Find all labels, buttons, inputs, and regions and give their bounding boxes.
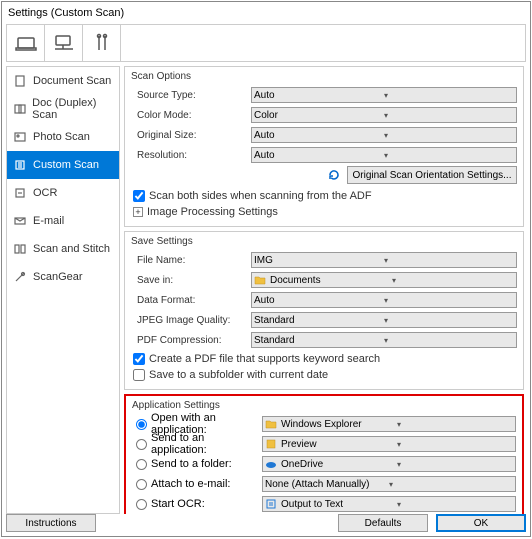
sidebar-item-label: Scan and Stitch xyxy=(33,243,110,255)
preview-icon xyxy=(265,438,277,450)
onedrive-icon xyxy=(265,458,277,470)
start-ocr-select[interactable]: Output to Text▾ xyxy=(262,496,516,512)
sidebar-item-document-scan[interactable]: Document Scan xyxy=(7,67,119,95)
chevron-down-icon: ▾ xyxy=(397,500,513,509)
save-settings-group: Save Settings File Name: IMG▾ Save in: D… xyxy=(124,231,524,390)
photo-icon xyxy=(13,130,27,144)
window-title: Settings (Custom Scan) xyxy=(2,2,530,24)
chevron-down-icon: ▾ xyxy=(397,460,513,469)
jpeg-quality-select[interactable]: Standard▾ xyxy=(251,312,517,328)
sidebar-item-label: Document Scan xyxy=(33,75,111,87)
send-folder-radio[interactable]: Send to a folder: xyxy=(132,458,262,470)
duplex-icon xyxy=(13,102,26,116)
text-icon xyxy=(265,498,277,510)
original-size-label: Original Size: xyxy=(131,130,251,141)
start-ocr-radio[interactable]: Start OCR: xyxy=(132,498,262,510)
source-type-select[interactable]: Auto▾ xyxy=(251,87,517,103)
chevron-down-icon: ▾ xyxy=(392,276,514,285)
source-type-label: Source Type: xyxy=(131,90,251,101)
tab-tools-icon[interactable] xyxy=(83,25,121,61)
data-format-label: Data Format: xyxy=(131,295,251,306)
stitch-icon xyxy=(13,242,27,256)
sidebar-item-doc-duplex[interactable]: Doc (Duplex) Scan xyxy=(7,95,119,123)
file-name-input[interactable]: IMG▾ xyxy=(251,252,517,268)
image-processing-expand[interactable]: +Image Processing Settings xyxy=(131,204,517,220)
application-settings-group: Application Settings Open with an applic… xyxy=(124,394,524,514)
custom-icon xyxy=(13,158,27,172)
send-folder-select[interactable]: OneDrive▾ xyxy=(262,456,516,472)
chevron-down-icon: ▾ xyxy=(389,480,513,489)
chevron-down-icon: ▾ xyxy=(384,316,514,325)
jpeg-quality-label: JPEG Image Quality: xyxy=(131,315,251,326)
refresh-icon[interactable] xyxy=(327,168,343,182)
ocr-icon xyxy=(13,186,27,200)
sidebar-item-label: OCR xyxy=(33,187,57,199)
chevron-down-icon: ▾ xyxy=(397,420,513,429)
chevron-down-icon: ▾ xyxy=(384,111,514,120)
ok-button[interactable]: OK xyxy=(436,514,526,532)
content-pane: Scan Options Source Type: Auto▾ Color Mo… xyxy=(124,66,526,514)
footer: Instructions Defaults OK xyxy=(6,514,526,532)
sidebar-item-label: Photo Scan xyxy=(33,131,90,143)
pdf-compression-select[interactable]: Standard▾ xyxy=(251,332,517,348)
explorer-icon xyxy=(265,418,277,430)
toolbar xyxy=(6,24,526,62)
save-settings-title: Save Settings xyxy=(131,236,517,247)
original-size-select[interactable]: Auto▾ xyxy=(251,127,517,143)
send-app-select[interactable]: Preview▾ xyxy=(262,436,516,452)
file-name-label: File Name: xyxy=(131,255,251,266)
attach-email-select[interactable]: None (Attach Manually)▾ xyxy=(262,476,516,492)
chevron-down-icon: ▾ xyxy=(384,91,514,100)
chevron-down-icon: ▾ xyxy=(384,296,514,305)
plus-icon: + xyxy=(133,207,143,217)
save-subfolder-checkbox[interactable]: Save to a subfolder with current date xyxy=(131,367,517,383)
color-mode-select[interactable]: Color▾ xyxy=(251,107,517,123)
pdf-compression-label: PDF Compression: xyxy=(131,335,251,346)
sidebar-item-label: Doc (Duplex) Scan xyxy=(32,97,119,121)
tab-network-icon[interactable] xyxy=(45,25,83,61)
attach-email-radio[interactable]: Attach to e-mail: xyxy=(132,478,262,490)
scan-options-title: Scan Options xyxy=(131,71,517,82)
create-pdf-checkbox[interactable]: Create a PDF file that supports keyword … xyxy=(131,351,517,367)
open-with-select[interactable]: Windows Explorer▾ xyxy=(262,416,516,432)
tab-scanner-icon[interactable] xyxy=(7,25,45,61)
sidebar-item-ocr[interactable]: OCR xyxy=(7,179,119,207)
chevron-down-icon: ▾ xyxy=(397,440,513,449)
instructions-button[interactable]: Instructions xyxy=(6,514,96,532)
chevron-down-icon: ▾ xyxy=(384,131,514,140)
sidebar-item-scangear[interactable]: ScanGear xyxy=(7,263,119,291)
orientation-settings-button[interactable]: Original Scan Orientation Settings... xyxy=(347,166,517,184)
defaults-button[interactable]: Defaults xyxy=(338,514,428,532)
scangear-icon xyxy=(13,270,27,284)
save-in-label: Save in: xyxy=(131,275,251,286)
chevron-down-icon: ▾ xyxy=(384,336,514,345)
data-format-select[interactable]: Auto▾ xyxy=(251,292,517,308)
sidebar-item-custom-scan[interactable]: Custom Scan xyxy=(7,151,119,179)
sidebar-item-label: ScanGear xyxy=(33,271,83,283)
color-mode-label: Color Mode: xyxy=(131,110,251,121)
scan-both-sides-checkbox[interactable]: Scan both sides when scanning from the A… xyxy=(131,188,517,204)
send-app-radio[interactable]: Send to an application: xyxy=(132,432,262,456)
sidebar-item-label: Custom Scan xyxy=(33,159,99,171)
sidebar-item-email[interactable]: E-mail xyxy=(7,207,119,235)
resolution-label: Resolution: xyxy=(131,150,251,161)
sidebar-item-label: E-mail xyxy=(33,215,64,227)
folder-icon xyxy=(254,274,266,286)
document-icon xyxy=(13,74,27,88)
save-in-select[interactable]: Documents▾ xyxy=(251,272,517,288)
sidebar: Document Scan Doc (Duplex) Scan Photo Sc… xyxy=(6,66,120,514)
app-settings-title: Application Settings xyxy=(132,400,516,411)
resolution-select[interactable]: Auto▾ xyxy=(251,147,517,163)
scan-options-group: Scan Options Source Type: Auto▾ Color Mo… xyxy=(124,66,524,227)
email-icon xyxy=(13,214,27,228)
chevron-down-icon: ▾ xyxy=(384,256,514,265)
chevron-down-icon: ▾ xyxy=(384,151,514,160)
sidebar-item-scan-stitch[interactable]: Scan and Stitch xyxy=(7,235,119,263)
sidebar-item-photo-scan[interactable]: Photo Scan xyxy=(7,123,119,151)
